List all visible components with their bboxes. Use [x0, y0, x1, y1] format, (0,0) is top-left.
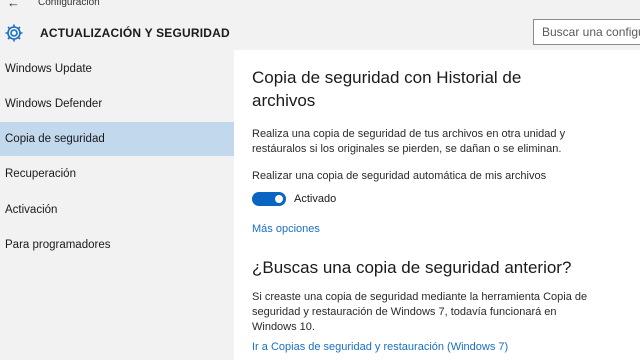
sidebar-item-windows-update[interactable]: Windows Update: [0, 52, 234, 86]
page-title: Copia de seguridad con Historial de arch…: [252, 68, 522, 110]
auto-backup-toggle[interactable]: [252, 192, 286, 206]
sidebar-item-windows-defender[interactable]: Windows Defender: [0, 87, 234, 121]
sidebar-item-activation[interactable]: Activación: [0, 193, 234, 227]
main-content: Copia de seguridad con Historial de arch…: [234, 50, 640, 360]
toggle-state-label: Activado: [294, 193, 337, 205]
gear-icon: [5, 24, 23, 42]
header: ACTUALIZACIÓN Y SEGURIDAD Buscar una con…: [0, 14, 640, 50]
old-backup-description: Si creaste una copia de seguridad median…: [252, 291, 588, 333]
sidebar-item-recovery[interactable]: Recuperación: [0, 157, 234, 191]
back-arrow-icon[interactable]: ←: [7, 0, 20, 10]
windows7-restore-link[interactable]: Ir a Copias de seguridad y restauración …: [252, 341, 508, 353]
search-input[interactable]: Buscar una configuración: [533, 19, 640, 45]
sidebar-item-developers[interactable]: Para programadores: [0, 228, 234, 262]
auto-backup-label: Realizar una copia de seguridad automáti…: [252, 170, 547, 182]
window-title: Configuración: [38, 0, 100, 8]
sidebar-item-backup[interactable]: Copia de seguridad: [0, 122, 234, 156]
backup-description: Realiza una copia de seguridad de tus ar…: [252, 128, 566, 155]
section-title: ACTUALIZACIÓN Y SEGURIDAD: [40, 26, 230, 40]
sidebar: Windows Update Windows Defender Copia de…: [0, 50, 234, 360]
old-backup-heading: ¿Buscas una copia de seguridad anterior?: [252, 258, 572, 277]
title-bar: ← Configuración: [0, 0, 640, 14]
toggle-knob: [275, 195, 283, 203]
more-options-link[interactable]: Más opciones: [252, 223, 320, 235]
